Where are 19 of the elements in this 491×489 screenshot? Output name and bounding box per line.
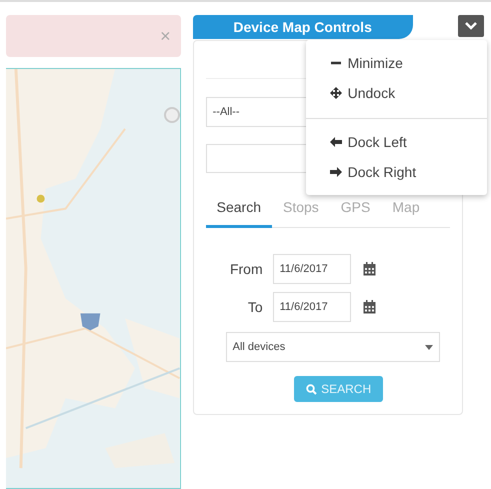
date-field[interactable]: 11/6/2017 bbox=[272, 292, 351, 322]
menu-item[interactable]: Dock Right bbox=[306, 157, 487, 187]
search-icon bbox=[306, 384, 318, 395]
chevron-down-icon bbox=[465, 22, 477, 30]
menu-item[interactable]: Undock bbox=[306, 78, 487, 108]
left-arrow-icon bbox=[330, 136, 342, 148]
right-arrow-icon bbox=[330, 166, 342, 178]
move-arrows-icon bbox=[330, 87, 342, 99]
calendar-icon[interactable] bbox=[362, 300, 376, 314]
calendar-icon[interactable] bbox=[362, 262, 376, 276]
tab[interactable]: Search bbox=[206, 193, 272, 228]
date-label: From bbox=[228, 261, 264, 278]
device-select[interactable]: All devices bbox=[226, 332, 440, 362]
dropdown-arrow-icon bbox=[424, 344, 433, 350]
menu-item[interactable]: Dock Left bbox=[306, 127, 487, 157]
menu-item[interactable]: Minimize bbox=[306, 48, 487, 78]
date-field[interactable]: 11/6/2017 bbox=[272, 254, 351, 284]
dropdown-button[interactable] bbox=[458, 15, 484, 37]
date-label: To bbox=[246, 299, 264, 316]
